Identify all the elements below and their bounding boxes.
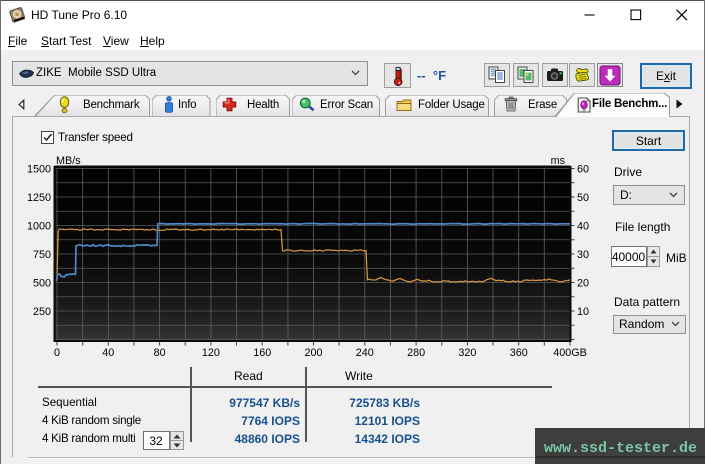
svg-text:10: 10 [577, 306, 589, 318]
svg-text:1250: 1250 [27, 192, 51, 204]
svg-text:1500: 1500 [27, 164, 51, 176]
svg-text:750: 750 [33, 249, 51, 261]
svg-text:400GB: 400GB [553, 347, 587, 359]
svg-text:50: 50 [577, 192, 589, 204]
svg-text:30: 30 [577, 249, 589, 261]
svg-text:360: 360 [510, 347, 528, 359]
svg-text:320: 320 [458, 347, 476, 359]
svg-text:250: 250 [33, 306, 51, 318]
svg-text:200: 200 [304, 347, 322, 359]
svg-text:40: 40 [102, 347, 114, 359]
svg-text:1000: 1000 [27, 221, 51, 233]
svg-text:0: 0 [54, 347, 60, 359]
svg-text:240: 240 [356, 347, 374, 359]
svg-text:280: 280 [407, 347, 425, 359]
svg-text:500: 500 [33, 278, 51, 290]
svg-text:120: 120 [202, 347, 220, 359]
svg-text:60: 60 [577, 164, 589, 176]
svg-text:40: 40 [577, 221, 589, 233]
svg-text:ms: ms [551, 155, 566, 167]
svg-text:20: 20 [577, 278, 589, 290]
svg-text:160: 160 [253, 347, 271, 359]
svg-text:80: 80 [154, 347, 166, 359]
svg-text:MB/s: MB/s [56, 155, 81, 167]
